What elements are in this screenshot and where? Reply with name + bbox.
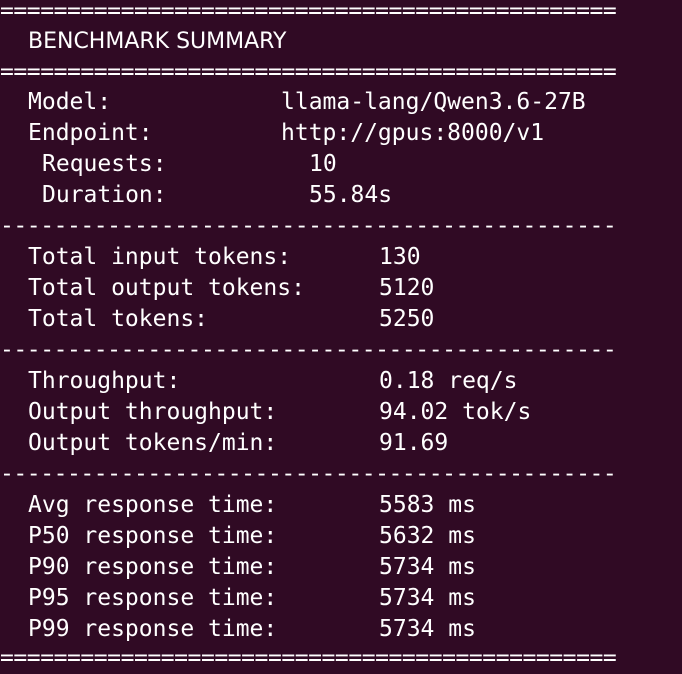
double-rule-bottom: ========================================… [0, 645, 617, 671]
model-label: Model: [28, 89, 112, 115]
p50-response-time-label: P50 response time: [28, 523, 278, 549]
throughput-label: Throughput: [28, 368, 181, 394]
total-output-tokens-label: Total output tokens: [28, 275, 305, 301]
duration-value: 55.84s [309, 182, 393, 208]
double-rule-top: ========================================… [0, 0, 617, 24]
total-output-tokens-value: 5120 [379, 275, 435, 301]
total-tokens-value: 5250 [379, 306, 435, 332]
avg-response-time-value: 5583 ms [379, 492, 476, 518]
p99-response-time-label: P99 response time: [28, 616, 278, 642]
requests-value: 10 [309, 151, 337, 177]
requests-label: Requests: [42, 151, 167, 177]
endpoint-value: http://gpus:8000/v1 [281, 120, 545, 146]
endpoint-label: Endpoint: [28, 120, 153, 146]
total-input-tokens-label: Total input tokens: [28, 244, 292, 270]
output-tokens-per-min-label: Output tokens/min: [28, 430, 278, 456]
total-tokens-label: Total tokens: [28, 306, 209, 332]
p90-response-time-value: 5734 ms [379, 554, 476, 580]
double-rule-header: ========================================… [0, 59, 617, 85]
model-value: llama-lang/Qwen3.6-27B [281, 89, 586, 115]
single-rule-2: ----------------------------------------… [0, 337, 617, 363]
summary-title: BENCHMARK SUMMARY [28, 29, 287, 54]
output-throughput-label: Output throughput: [28, 399, 278, 425]
p99-response-time-value: 5734 ms [379, 616, 476, 642]
p95-response-time-value: 5734 ms [379, 585, 476, 611]
avg-response-time-label: Avg response time: [28, 492, 278, 518]
throughput-value: 0.18 req/s [379, 368, 518, 394]
single-rule-1: ----------------------------------------… [0, 213, 617, 239]
p50-response-time-value: 5632 ms [379, 523, 476, 549]
p90-response-time-label: P90 response time: [28, 554, 278, 580]
total-input-tokens-value: 130 [379, 244, 421, 270]
p95-response-time-label: P95 response time: [28, 585, 278, 611]
single-rule-3: ----------------------------------------… [0, 461, 617, 487]
output-throughput-value: 94.02 tok/s [379, 399, 532, 425]
duration-label: Duration: [42, 182, 167, 208]
output-tokens-per-min-value: 91.69 [379, 430, 449, 456]
